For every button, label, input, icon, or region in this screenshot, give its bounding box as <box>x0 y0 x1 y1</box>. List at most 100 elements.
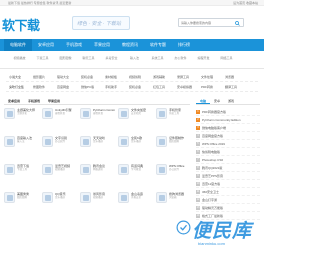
ranking-item[interactable]: 7 Photoshop CS6 <box>196 156 260 164</box>
tag-link[interactable]: 微信PC版 <box>78 85 102 89</box>
ranking-item-label[interactable]: 腾讯QQ2021版 <box>202 166 258 170</box>
tag-link[interactable]: 摄影图片 <box>30 75 54 79</box>
ranking-item[interactable]: 11 360安全卫士 <box>196 188 260 196</box>
ranking-item-label[interactable]: PDF转换器官方版 <box>202 110 258 114</box>
ranking-item[interactable]: 10 迅雷11官方版 <box>196 180 260 188</box>
subnav-item[interactable]: 杀毒安全 <box>100 51 123 68</box>
top-links[interactable]: 设为首页 收藏本站 <box>233 1 258 5</box>
tag-link[interactable]: 安卓模拟器 <box>174 85 198 89</box>
ranking-item-label[interactable]: 微信电脑版客户端 <box>202 126 258 130</box>
subnav-item[interactable]: 图形图像 <box>54 51 77 68</box>
app-card[interactable]: Unity3D引擎 编程开发 <box>42 108 79 128</box>
app-icon[interactable] <box>118 192 129 203</box>
tab-apple-apps[interactable]: 苹果应用 <box>44 96 64 104</box>
tag-link[interactable]: 录屏工具 <box>174 75 198 79</box>
tag-link[interactable]: PDF转换 <box>198 85 222 89</box>
nav-item-topics[interactable]: 软件专题 <box>144 39 172 51</box>
subnav-item[interactable]: 输入法 <box>123 51 146 68</box>
app-icon[interactable] <box>42 192 53 203</box>
ranking-item-label[interactable]: 驱动精灵万能版 <box>202 206 258 210</box>
tag-link[interactable]: 修图软件 <box>30 85 54 89</box>
app-icon[interactable] <box>80 108 91 119</box>
app-card[interactable]: 手机管家 系统工具 <box>156 108 193 128</box>
subnav-item[interactable]: 网络工具 <box>215 51 238 68</box>
tag-link[interactable]: 浏览器 <box>222 75 246 79</box>
ranking-item[interactable]: 1 PDF转换器官方版 <box>196 108 260 116</box>
subnav-item[interactable]: 聊天工具 <box>77 51 100 68</box>
search-button[interactable] <box>233 20 242 26</box>
nav-item-pc-software[interactable]: 电脑软件 <box>4 39 32 51</box>
app-icon[interactable] <box>118 136 129 147</box>
ranking-item-label[interactable]: WPS Office 2019 <box>202 142 258 146</box>
ranking-tab-android[interactable]: 安卓 <box>210 96 224 104</box>
app-icon[interactable] <box>4 136 15 147</box>
app-card[interactable]: PyCharm Community编程开发 <box>80 108 117 128</box>
app-icon[interactable] <box>42 164 53 175</box>
app-card[interactable]: 迅雷下载 下载工具 <box>4 164 41 184</box>
ranking-item[interactable]: 12 金山打字通 <box>196 196 260 204</box>
ranking-tab-pc[interactable]: 电脑 <box>196 96 211 104</box>
tag-link[interactable]: 翻译工具 <box>222 85 246 89</box>
app-card[interactable]: 搜狗浏览器 浏览器 <box>156 192 193 212</box>
ranking-item[interactable]: 3 微信电脑版客户端 <box>196 124 260 132</box>
nav-item-ranking[interactable]: 排行榜 <box>172 39 196 51</box>
tag-link[interactable]: 装机必备 <box>78 75 102 79</box>
tag-link[interactable]: 视频剪辑 <box>126 75 150 79</box>
app-icon[interactable] <box>42 136 53 147</box>
app-card[interactable]: 爱奇艺视频 视频播放 <box>42 164 79 184</box>
tag-link[interactable]: 素材模板 <box>102 75 126 79</box>
ranking-item-label[interactable]: Photoshop CS6 <box>202 158 258 162</box>
tag-link[interactable]: 装机必备 <box>126 85 150 89</box>
ranking-item[interactable]: 9 爱奇艺PPS影音 <box>196 172 260 180</box>
app-card[interactable]: 文字识别 办公软件 <box>42 136 79 156</box>
subnav-item[interactable]: 下载工具 <box>31 51 54 68</box>
app-icon[interactable] <box>80 136 91 147</box>
app-icon[interactable] <box>156 192 167 203</box>
ranking-item-label[interactable]: 爱奇艺PPS影音 <box>202 174 258 178</box>
tag-link[interactable]: 手机助手 <box>102 85 126 89</box>
ranking-item[interactable]: 8 腾讯QQ2021版 <box>196 164 260 172</box>
ranking-tab-games[interactable]: 游戏 <box>224 96 238 104</box>
ranking-item-label[interactable]: 迅雷11官方版 <box>202 182 258 186</box>
app-icon[interactable] <box>156 136 167 147</box>
subnav-item[interactable]: 视频播放 <box>8 51 31 68</box>
ranking-item-label[interactable]: PyCharm Community Edition <box>202 118 258 122</box>
tab-mobile-games[interactable]: 手机游戏 <box>24 96 44 104</box>
subnav-item[interactable]: 系统工具 <box>146 51 169 68</box>
app-icon[interactable] <box>118 108 129 119</box>
ranking-item-label[interactable]: 百度网盘官方版 <box>202 134 258 138</box>
app-icon[interactable] <box>4 192 15 203</box>
nav-item-apple-apps[interactable]: 苹果应用 <box>88 39 116 51</box>
ranking-item[interactable]: 13 驱动精灵万能版 <box>196 204 260 212</box>
app-icon[interactable] <box>156 108 167 119</box>
app-icon[interactable] <box>156 164 167 175</box>
tag-link[interactable]: 文件处理 <box>198 75 222 79</box>
app-icon[interactable] <box>80 164 91 175</box>
app-card[interactable]: 天天动听 音乐播放 <box>80 136 117 156</box>
app-card[interactable]: WPS Office 办公软件 <box>156 164 193 184</box>
ranking-item[interactable]: 2 PyCharm Community Edition <box>196 116 260 124</box>
app-icon[interactable] <box>118 164 129 175</box>
search-input[interactable] <box>181 20 233 26</box>
tag-link[interactable]: 小说大全 <box>6 75 30 79</box>
ranking-item-label[interactable]: 快剪辑电脑版 <box>202 150 258 154</box>
ranking-item-label[interactable]: 金山打字通 <box>202 198 258 202</box>
ranking-item[interactable]: 5 WPS Office 2019 <box>196 140 260 148</box>
app-card[interactable]: 有道词典 学习教育 <box>118 164 155 184</box>
tag-link[interactable]: 红包工具 <box>150 85 174 89</box>
app-card[interactable]: 美图秀秀 图形图像 <box>4 192 41 212</box>
nav-item-tutorials[interactable]: 教程资讯 <box>116 39 144 51</box>
app-card[interactable]: 全民K歌 音乐播放 <box>118 136 155 156</box>
app-card[interactable]: 暴风影音 视频播放 <box>80 192 117 212</box>
tag-link[interactable]: 百度网盘 <box>54 85 78 89</box>
app-card[interactable]: 文件夹加密 安全相关 <box>118 108 155 128</box>
tag-link[interactable]: 鬼吹灯全集 <box>6 85 30 89</box>
tab-android-apps[interactable]: 安卓应用 <box>4 96 24 104</box>
app-card[interactable]: 腾讯会议 网络通讯 <box>80 164 117 184</box>
app-card[interactable]: 金山毒霸 杀毒安全 <box>118 192 155 212</box>
tag-link[interactable]: 驱动大全 <box>54 75 78 79</box>
nav-item-mobile-games[interactable]: 手机游戏 <box>60 39 88 51</box>
subnav-item[interactable]: 办公软件 <box>169 51 192 68</box>
ranking-item-label[interactable]: 360安全卫士 <box>202 190 258 194</box>
ranking-item[interactable]: 4 百度网盘官方版 <box>196 132 260 140</box>
